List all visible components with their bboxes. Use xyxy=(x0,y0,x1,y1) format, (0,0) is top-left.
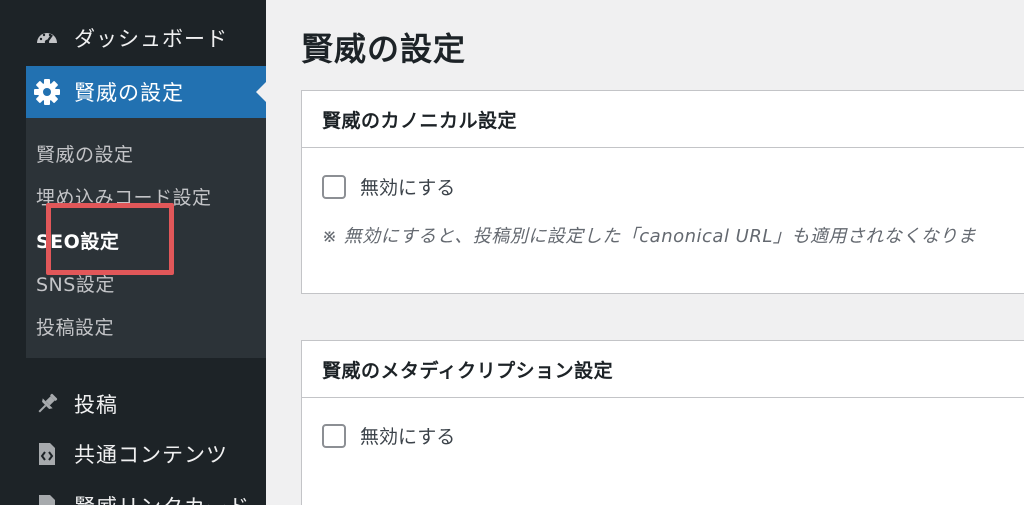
canonical-disable-checkbox[interactable] xyxy=(322,174,346,199)
sidebar-item-label: 共通コンテンツ xyxy=(74,443,228,467)
pin-icon xyxy=(32,389,62,419)
admin-sidebar: ダッシュボード 賢威の設定 賢威の設定 埋め込みコード設定 SEO設定 SNS設… xyxy=(26,0,266,505)
sidebar-item-label: ダッシュボード xyxy=(74,27,228,51)
sidebar-item-common-contents[interactable]: 共通コンテンツ xyxy=(26,432,266,476)
sidebar-item-label: 賢威の設定 xyxy=(74,81,184,105)
sidebar-item-label: 投稿 xyxy=(74,393,118,417)
checkbox-label: 無効にする xyxy=(360,177,456,199)
page-title: 賢威の設定 xyxy=(301,30,467,68)
sidebar-item-kenii-settings[interactable]: 賢威の設定 xyxy=(26,66,266,118)
gear-icon xyxy=(32,77,62,107)
panel-heading: 賢威のメタディクリプション設定 xyxy=(302,341,1024,398)
canonical-note: ※ 無効にすると、投稿別に設定した「canonical URL」も適用されなくな… xyxy=(322,226,977,247)
dashboard-icon xyxy=(32,23,62,53)
panel-heading: 賢威のカノニカル設定 xyxy=(302,91,1024,148)
seo-highlight-box xyxy=(46,203,174,275)
left-edge-strip xyxy=(0,0,26,505)
main-content: 賢威の設定 賢威のカノニカル設定 無効にする ※ 無効にすると、投稿別に設定した… xyxy=(266,0,1024,505)
checkbox-label: 無効にする xyxy=(360,426,456,448)
canonical-settings-panel: 賢威のカノニカル設定 無効にする ※ 無効にすると、投稿別に設定した「canon… xyxy=(301,90,1024,294)
meta-description-disable-option[interactable]: 無効にする xyxy=(322,422,455,449)
meta-description-settings-panel: 賢威のメタディクリプション設定 無効にする xyxy=(301,340,1024,505)
canonical-disable-option[interactable]: 無効にする xyxy=(322,173,455,200)
sidebar-item-link-card[interactable]: 賢威リンクカード xyxy=(26,486,266,505)
submenu-item-post-settings[interactable]: 投稿設定 xyxy=(36,313,114,340)
document-icon xyxy=(32,491,62,505)
submenu-item-kenii-settings[interactable]: 賢威の設定 xyxy=(36,140,134,167)
sidebar-item-posts[interactable]: 投稿 xyxy=(26,382,266,426)
sidebar-item-dashboard[interactable]: ダッシュボード xyxy=(26,16,266,60)
sidebar-item-label: 賢威リンクカード xyxy=(74,491,250,505)
meta-description-disable-checkbox[interactable] xyxy=(322,423,346,448)
code-file-icon xyxy=(32,439,62,469)
